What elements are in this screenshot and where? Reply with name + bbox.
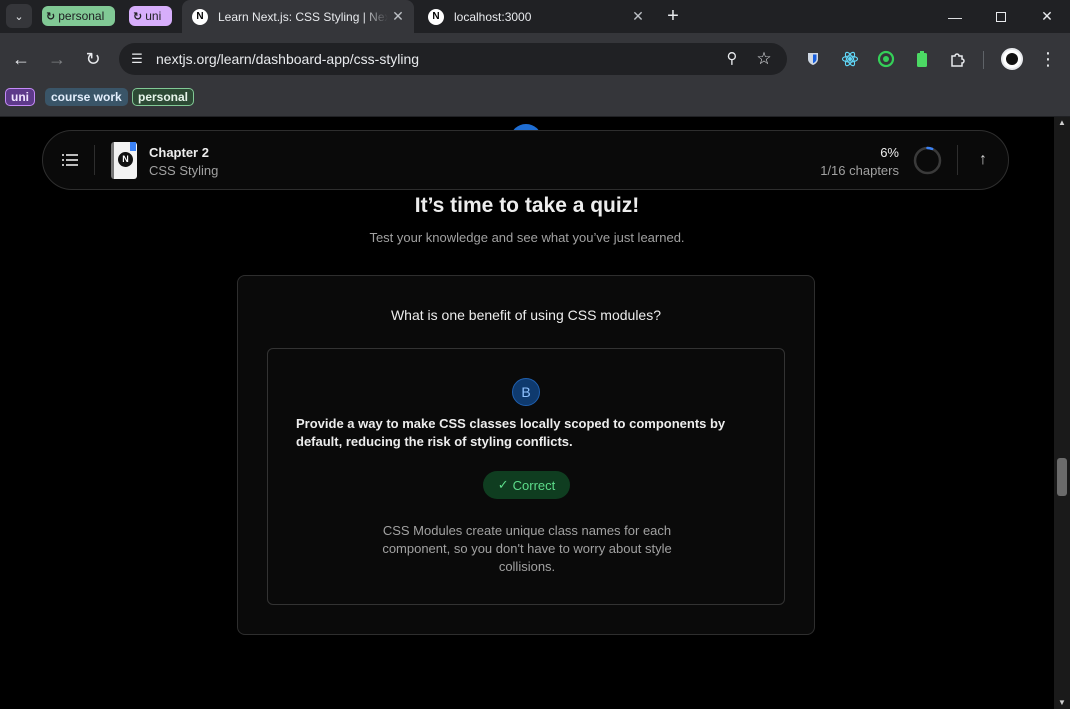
tab-strip: ⌄ ↻ personal ↻ uni N Learn Next.js: CSS … <box>0 0 1070 33</box>
correct-badge: ✓ Correct <box>483 471 570 499</box>
green-ring-extension-icon[interactable] <box>876 49 896 69</box>
quiz-subtitle: Test your knowledge and see what you’ve … <box>369 230 685 245</box>
window-close-button[interactable]: ✕ <box>1024 0 1070 33</box>
progress-chapters: 1/16 chapters <box>820 163 899 178</box>
reload-button[interactable]: ↻ <box>81 47 105 71</box>
bookmark-ribbon <box>130 142 136 151</box>
nextjs-favicon-icon: N <box>428 8 444 25</box>
course-book-icon: N <box>111 142 137 179</box>
url-text[interactable]: nextjs.org/learn/dashboard-app/css-styli… <box>156 51 419 67</box>
answer-panel: B Provide a way to make CSS classes loca… <box>267 348 785 605</box>
reload-icon: ↻ <box>85 49 101 69</box>
tab-search-button[interactable]: ⌄ <box>6 4 32 28</box>
new-tab-button[interactable]: + <box>662 5 684 27</box>
tab-group-uni[interactable]: ↻ uni <box>129 6 172 26</box>
chevron-down-icon: ⌄ <box>14 10 24 23</box>
scroll-down-arrow-icon[interactable]: ▼ <box>1054 697 1070 709</box>
correct-label: Correct <box>512 477 556 493</box>
puzzle-icon[interactable] <box>948 49 968 69</box>
answer-explanation: CSS Modules create unique class names fo… <box>382 523 672 574</box>
bookmark-personal[interactable]: personal <box>132 88 195 106</box>
option-letter-badge: B <box>512 378 540 406</box>
maximize-icon <box>996 11 1006 22</box>
minimize-icon: — <box>948 8 962 25</box>
bookmark-course-work[interactable]: course work <box>45 88 128 106</box>
page-scrollbar[interactable]: ▲ ▼ <box>1054 117 1070 709</box>
divider <box>957 145 958 175</box>
nextjs-favicon-icon: N <box>192 8 208 25</box>
arrow-up-icon: ↑ <box>979 151 987 168</box>
tab-title: Learn Next.js: CSS Styling | Next.js <box>218 9 388 24</box>
course-progress-bar: N Chapter 2 CSS Styling 6% 1/16 chapters… <box>42 130 1009 190</box>
check-icon: ✓ <box>497 477 509 492</box>
tab-group-icon: ↻ <box>133 10 143 23</box>
maximize-button[interactable] <box>978 0 1024 33</box>
answer-text: Provide a way to make CSS classes locall… <box>296 416 726 449</box>
bitwarden-icon[interactable] <box>803 49 823 69</box>
quiz-question: What is one benefit of using CSS modules… <box>390 307 662 323</box>
toolbar-divider <box>983 51 984 69</box>
bookmark-uni[interactable]: uni <box>5 88 35 106</box>
tab-localhost[interactable]: N localhost:3000 ✕ <box>418 0 654 33</box>
tab-group-label: uni <box>145 9 162 23</box>
chapter-number: Chapter 2 <box>149 145 209 160</box>
minimize-button[interactable]: — <box>932 0 978 33</box>
back-button[interactable]: ← <box>9 47 33 71</box>
chapter-title: CSS Styling <box>149 163 219 178</box>
browser-window: ⌄ ↻ personal ↻ uni N Learn Next.js: CSS … <box>0 0 1070 709</box>
battery-extension-icon[interactable] <box>912 49 932 69</box>
scrollbar-thumb[interactable] <box>1057 458 1067 496</box>
plus-icon: + <box>667 5 679 27</box>
react-devtools-icon[interactable] <box>840 49 860 69</box>
star-icon[interactable]: ☆ <box>754 49 774 69</box>
divider <box>94 145 95 175</box>
tab-title: localhost:3000 <box>454 9 532 24</box>
quiz-card: What is one benefit of using CSS modules… <box>237 275 815 635</box>
arrow-left-icon: ← <box>12 49 30 69</box>
tab-group-icon: ↻ <box>46 10 56 23</box>
progress-ring <box>913 146 942 175</box>
scroll-up-arrow-icon[interactable]: ▲ <box>1054 117 1070 129</box>
close-icon: ✕ <box>1041 8 1053 24</box>
zoom-icon[interactable]: ⚲ <box>722 49 742 69</box>
forward-button[interactable]: → <box>45 47 69 71</box>
page-viewport: N Chapter 2 CSS Styling 6% 1/16 chapters… <box>0 117 1054 709</box>
close-icon[interactable]: ✕ <box>628 8 648 25</box>
scroll-top-button[interactable]: ↑ <box>973 150 993 170</box>
list-icon[interactable] <box>62 153 78 167</box>
profile-avatar[interactable] <box>1001 48 1023 70</box>
address-bar[interactable]: ☰ nextjs.org/learn/dashboard-app/css-sty… <box>119 43 787 75</box>
quiz-heading: It’s time to take a quiz! <box>414 194 640 217</box>
tab-nextjs-learn[interactable]: N Learn Next.js: CSS Styling | Next.js ✕ <box>182 0 414 33</box>
tab-group-personal[interactable]: ↻ personal <box>42 6 115 26</box>
tune-icon[interactable]: ☰ <box>129 51 145 67</box>
progress-percent: 6% <box>880 145 899 160</box>
close-icon[interactable]: ✕ <box>388 8 408 25</box>
tab-group-label: personal <box>58 9 105 23</box>
more-vertical-icon[interactable]: ⋮ <box>1038 47 1058 71</box>
nextjs-logo-icon: N <box>118 152 133 167</box>
browser-toolbar: ← → ↻ ☰ nextjs.org/learn/dashboard-app/c… <box>0 33 1070 85</box>
arrow-right-icon: → <box>48 49 66 69</box>
bookmarks-bar: uni course work personal <box>0 85 1070 117</box>
